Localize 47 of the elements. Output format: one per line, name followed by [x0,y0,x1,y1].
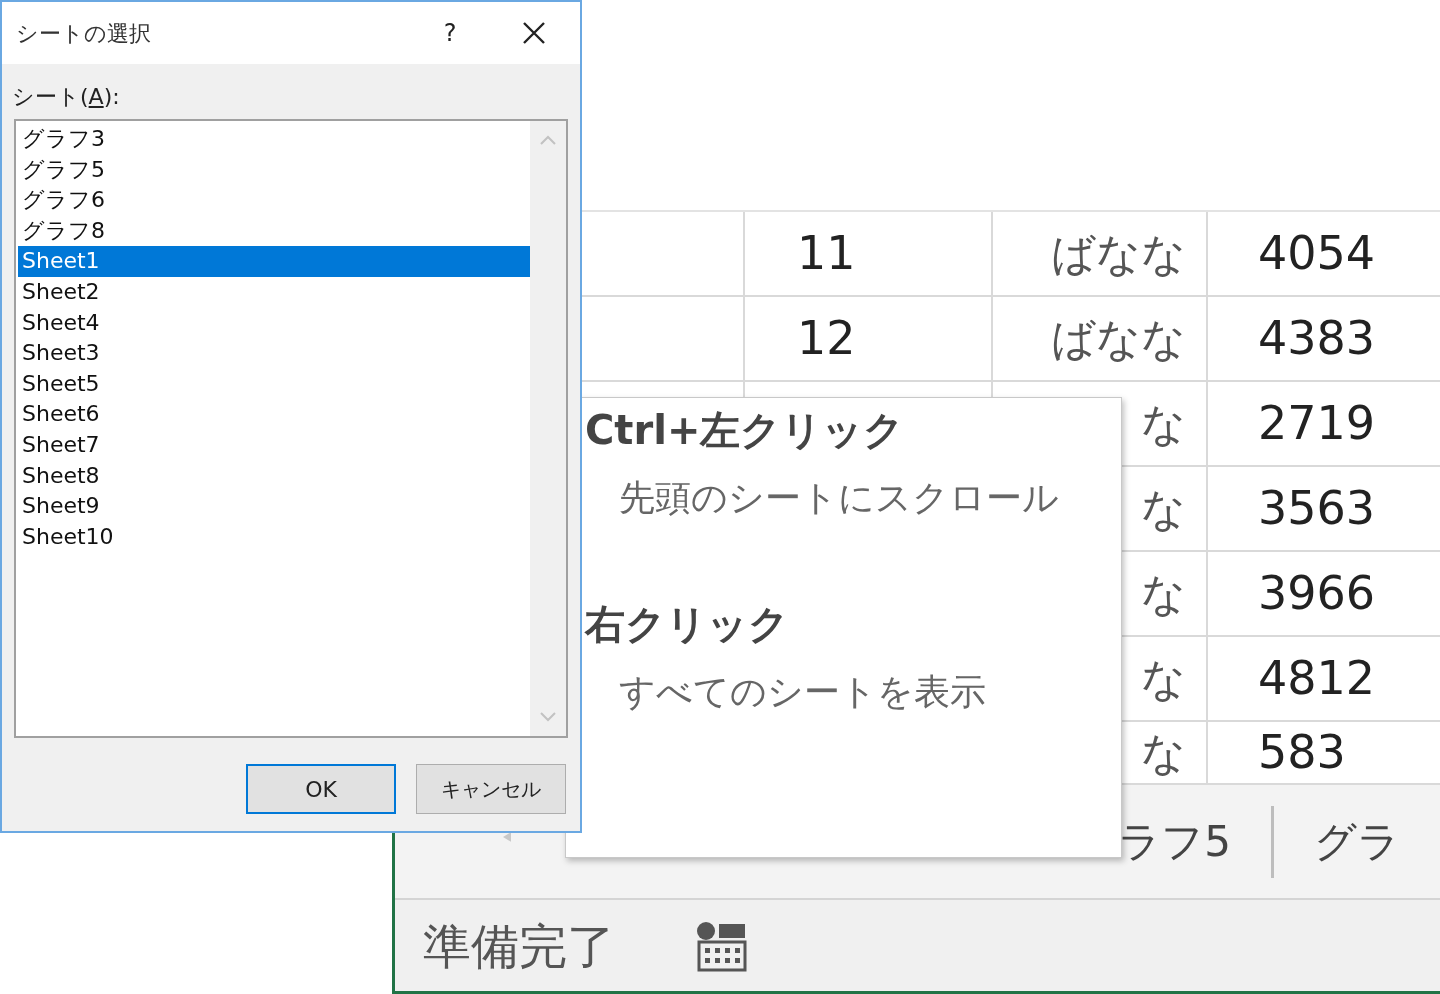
help-button[interactable]: ? [430,15,470,51]
table-cell-text: な [1141,481,1186,536]
table-cell-text: 11 [797,225,856,282]
table-cell-text: な [1141,725,1186,780]
list-item[interactable]: グラフ5 [18,154,530,186]
list-item[interactable]: グラフ8 [18,215,530,247]
list-item[interactable]: Sheet9 [18,491,530,522]
scroll-down-icon[interactable] [540,712,556,722]
table-cell-text: 583 [1258,724,1346,781]
close-icon[interactable] [522,21,546,45]
table-cell-text: 4812 [1258,650,1376,707]
tooltip-text: すべてのシートを表示 [619,670,986,714]
list-item[interactable]: Sheet8 [18,460,530,492]
cancel-button[interactable]: キャンセル [416,764,566,814]
sheet-tab[interactable]: グラ [1314,810,1440,873]
list-item[interactable]: Sheet7 [18,429,530,461]
list-item[interactable]: Sheet5 [18,368,530,400]
table-cell-text: な [1141,396,1186,451]
list-item[interactable]: Sheet3 [18,338,530,369]
scrollbar[interactable] [530,121,566,736]
table-cell-text: 3563 [1258,480,1376,537]
macro-record-icon[interactable] [695,919,747,972]
status-text: 準備完了 [423,916,615,976]
table-cell-text: 4054 [1258,225,1376,282]
tooltip-heading: 右クリック [585,600,789,649]
table-cell-text: 3966 [1258,565,1376,622]
tooltip-heading: Ctrl+左クリック [585,406,905,455]
list-item[interactable]: Sheet4 [18,307,530,339]
list-item[interactable]: グラフ3 [18,124,530,155]
list-item[interactable]: Sheet10 [18,521,530,553]
tooltip-text: 先頭のシートにスクロール [619,476,1059,520]
table-cell-text: 4383 [1258,310,1376,367]
list-item[interactable]: Sheet2 [18,276,530,308]
list-item[interactable]: Sheet6 [18,399,530,430]
table-cell-text: ばなな [1051,311,1186,366]
table-cell-text: な [1141,651,1186,706]
list-item[interactable]: グラフ6 [18,185,530,216]
list-item[interactable]: Sheet1 [18,246,530,277]
table-cell-text: 2719 [1258,395,1376,452]
list-label: シート(A): [12,83,121,111]
ok-button[interactable]: OK [246,764,396,814]
table-cell-text: な [1141,566,1186,621]
sheet-tab[interactable]: ラフ5 [1118,810,1271,873]
table-cell-text: 12 [797,310,856,367]
dialog-title: シートの選択 [16,19,151,48]
table-cell-text: ばなな [1051,226,1186,281]
scroll-up-icon[interactable] [540,135,556,145]
